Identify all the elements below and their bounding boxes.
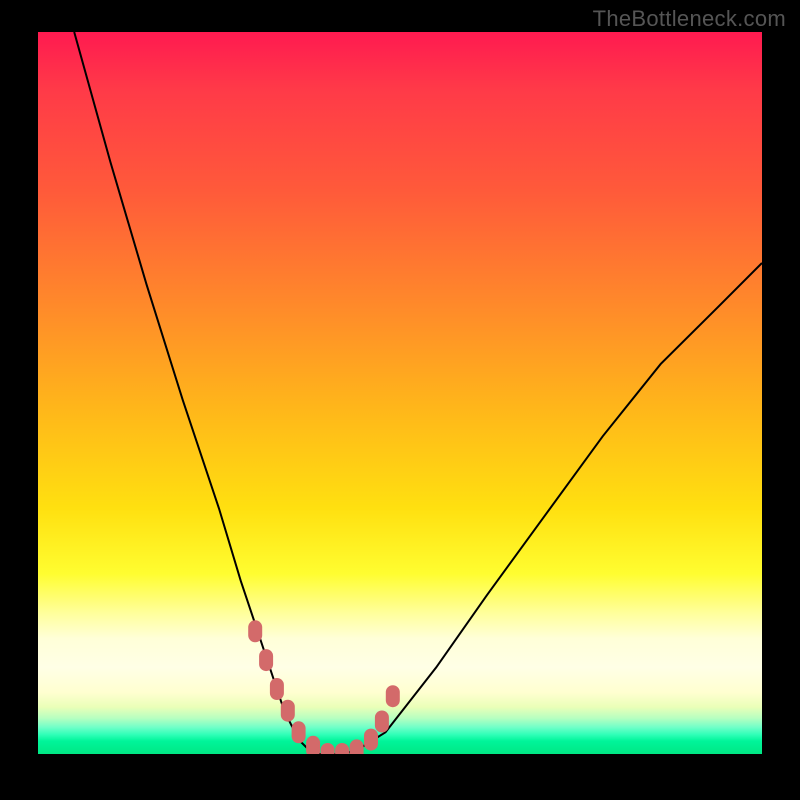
marker-dot <box>259 649 273 671</box>
marker-dot <box>375 711 389 733</box>
highlight-markers <box>248 620 400 754</box>
marker-dot <box>292 721 306 743</box>
marker-dot <box>270 678 284 700</box>
marker-dot <box>386 685 400 707</box>
marker-dot <box>350 739 364 754</box>
plot-area <box>38 32 762 754</box>
watermark-text: TheBottleneck.com <box>593 6 786 32</box>
marker-dot <box>364 729 378 751</box>
marker-dot <box>248 620 262 642</box>
marker-dot <box>321 743 335 754</box>
chart-svg <box>38 32 762 754</box>
marker-dot <box>306 736 320 754</box>
marker-dot <box>335 743 349 754</box>
bottleneck-curve <box>74 32 762 754</box>
marker-dot <box>281 700 295 722</box>
